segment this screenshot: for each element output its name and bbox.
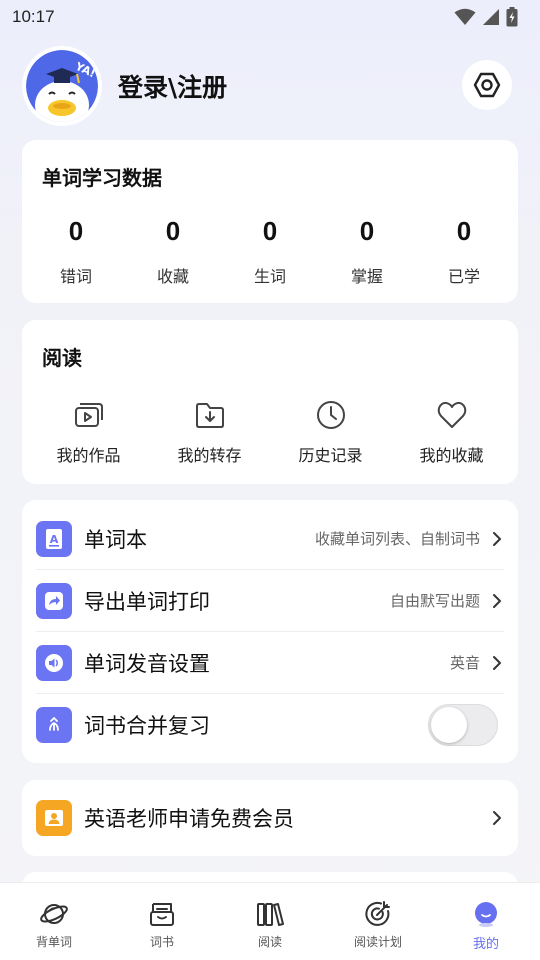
menu-label: 词书合并复习 (84, 714, 210, 738)
export-icon (45, 591, 63, 610)
profile-icon (475, 902, 497, 927)
duck-mascot-icon: YA! (26, 50, 98, 122)
status-bar: 10:17 (0, 0, 540, 34)
status-time: 10:17 (12, 7, 55, 26)
book-icon (150, 903, 174, 926)
stat-label: 掌握 (350, 267, 383, 286)
my-saved-icon (195, 403, 224, 428)
menu-icon-box (36, 582, 72, 619)
history-icon (316, 401, 345, 429)
profile-header: YA! 登录\注册 (24, 48, 516, 124)
library-icon (257, 903, 284, 926)
reading-item-label: 我的收藏 (419, 446, 484, 465)
word-stats-card: 单词学习数据 0 错词 0 收藏 0 生词 0 掌握 0 已学 (22, 140, 518, 303)
merge-icon (49, 717, 59, 731)
reading-item-label: 历史记录 (298, 446, 363, 465)
tab-mine[interactable]: 我的 (441, 883, 531, 952)
svg-text:A: A (50, 533, 59, 546)
signal-icon (483, 9, 499, 25)
menu-label: 英语老师申请免费会员 (84, 807, 294, 831)
wifi-icon (454, 8, 476, 25)
teacher-membership-card: 英语老师申请免费会员 (22, 780, 518, 856)
tab-reading-plan[interactable]: 阅读计划 (333, 883, 423, 950)
stat-wrong-words[interactable]: 0 错词 (28, 216, 124, 287)
chevron-right-icon (490, 655, 504, 671)
word-stats-row: 0 错词 0 收藏 0 生词 0 掌握 0 已学 (28, 216, 512, 287)
menu-row-export-print[interactable]: 导出单词打印 自由默写出题 (36, 570, 504, 632)
status-icons (454, 7, 518, 27)
planet-icon (40, 904, 68, 924)
wordbook-icon: A (46, 528, 62, 549)
reading-card: 阅读 我的作品 我的转存 历史记录 我的收藏 (22, 320, 518, 484)
target-icon (365, 901, 390, 926)
menu-hint: 自由默写出题 (389, 592, 480, 610)
menu-row-merge-review: 词书合并复习 (36, 694, 504, 756)
menu-icon-box (36, 800, 72, 836)
battery-icon (506, 7, 518, 27)
reading-my-saved[interactable]: 我的转存 (155, 398, 265, 466)
menu-row-wordbook[interactable]: A 单词本 收藏单词列表、自制词书 (36, 508, 504, 570)
reading-item-label: 我的作品 (56, 446, 121, 465)
settings-menu-card: A 单词本 收藏单词列表、自制词书 导出单词打印 自由默写出题 单词发音设置 英… (22, 500, 518, 763)
tab-label: 阅读 (257, 935, 282, 949)
stat-new-words[interactable]: 0 生词 (222, 216, 318, 287)
menu-row-teacher-membership[interactable]: 英语老师申请免费会员 (36, 787, 504, 849)
avatar[interactable]: YA! (24, 48, 100, 124)
stat-label: 已学 (447, 267, 480, 286)
word-stats-title: 单词学习数据 (42, 166, 162, 190)
stat-mastered[interactable]: 0 掌握 (319, 216, 415, 287)
menu-icon-box: A (36, 520, 72, 557)
stat-value: 0 (68, 216, 84, 246)
tab-memorize-words[interactable]: 背单词 (9, 883, 99, 950)
tab-label: 词书 (149, 935, 174, 949)
stat-label: 收藏 (156, 267, 189, 286)
reading-item-label: 我的转存 (177, 446, 242, 465)
chevron-right-icon (490, 531, 504, 547)
reading-my-works[interactable]: 我的作品 (34, 398, 144, 466)
favorites-icon (437, 401, 466, 428)
toggle-knob (431, 707, 467, 743)
stat-learned[interactable]: 0 已学 (416, 216, 512, 287)
reading-favorites[interactable]: 我的收藏 (397, 398, 507, 466)
chevron-right-icon (490, 810, 504, 826)
menu-label: 单词发音设置 (84, 651, 210, 676)
chevron-right-icon (490, 593, 504, 609)
tab-label: 背单词 (35, 935, 72, 949)
login-register-link[interactable]: 登录\注册 (118, 68, 227, 104)
tab-reading[interactable]: 阅读 (225, 883, 315, 950)
reading-row: 我的作品 我的转存 历史记录 我的收藏 (22, 398, 518, 466)
reading-title: 阅读 (42, 346, 82, 370)
stat-value: 0 (359, 216, 375, 246)
menu-icon-box (36, 707, 72, 743)
stat-favorites[interactable]: 0 收藏 (125, 216, 221, 287)
menu-row-pronunciation[interactable]: 单词发音设置 英音 (36, 632, 504, 694)
settings-icon (473, 72, 501, 98)
teacher-icon (45, 810, 63, 826)
menu-label: 单词本 (84, 527, 147, 552)
menu-hint: 英音 (449, 654, 480, 672)
tab-label: 我的 (472, 937, 499, 952)
stat-value: 0 (456, 216, 472, 246)
menu-label: 导出单词打印 (84, 589, 210, 614)
stat-label: 生词 (253, 267, 286, 286)
reading-history[interactable]: 历史记录 (276, 398, 386, 466)
merge-review-toggle[interactable] (428, 704, 498, 746)
tab-wordbooks[interactable]: 词书 (117, 883, 207, 950)
bottom-tab-bar: 背单词 词书 阅读 阅读计划 我的 (0, 882, 540, 960)
stat-label: 错词 (59, 267, 92, 286)
menu-icon-box (36, 644, 72, 681)
settings-button[interactable] (462, 60, 512, 110)
stat-value: 0 (262, 216, 278, 246)
tab-label: 阅读计划 (353, 935, 402, 949)
my-works-icon (74, 403, 103, 427)
stat-value: 0 (165, 216, 181, 246)
menu-hint: 收藏单词列表、自制词书 (314, 530, 480, 548)
speaker-icon (45, 653, 63, 672)
